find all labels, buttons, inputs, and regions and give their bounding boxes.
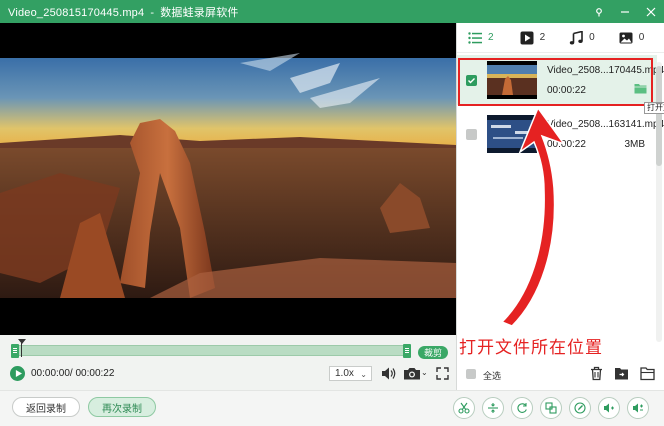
video-filename: Video_250815170445.mp4 <box>8 6 145 19</box>
timeline-track[interactable] <box>11 344 411 358</box>
speed-value: 1.0x <box>335 368 354 379</box>
select-all-checkbox[interactable] <box>466 369 476 379</box>
merge-button[interactable] <box>540 397 562 419</box>
thumbnail-image <box>487 115 537 153</box>
pin-button[interactable] <box>586 0 612 23</box>
app-name: 数据蛙录屏软件 <box>160 6 239 19</box>
item-filesize: 3MB <box>624 139 645 150</box>
export-folder-icon[interactable] <box>614 366 629 381</box>
video-thumbnail <box>487 61 537 99</box>
play-icon <box>15 370 22 377</box>
scissors-icon <box>458 402 470 414</box>
annotation-text: 打开文件所在位置 <box>459 338 603 357</box>
playhead-line <box>21 343 22 357</box>
tab-audio[interactable]: 0 <box>569 23 595 53</box>
tab-video[interactable]: 2 <box>520 23 546 53</box>
camera-options-icon[interactable]: ⌄ <box>421 368 428 377</box>
split-button[interactable] <box>482 397 504 419</box>
video-player[interactable] <box>0 23 456 335</box>
play-button[interactable] <box>10 366 25 381</box>
minimize-button[interactable] <box>612 0 638 23</box>
folder-icon[interactable] <box>640 366 655 381</box>
trim-start-handle[interactable] <box>11 344 19 358</box>
merge-icon <box>545 402 557 414</box>
minimize-icon <box>621 10 629 13</box>
title-separator: - <box>150 6 155 19</box>
tab-image[interactable]: 0 <box>619 23 645 53</box>
fullscreen-icon[interactable] <box>436 367 449 380</box>
volume-icon[interactable] <box>381 366 397 381</box>
panel-scrollbar-thumb[interactable] <box>656 66 662 166</box>
time-display: 00:00:00/ 00:00:22 <box>31 368 115 379</box>
image-icon <box>619 32 633 43</box>
item-filename: Video_2508...163141.mp4 <box>547 119 664 130</box>
tab-all[interactable]: 2 <box>468 23 494 53</box>
rotate-icon <box>517 403 527 413</box>
music-icon <box>569 30 583 44</box>
timeline-area: 裁剪 <box>0 335 456 390</box>
item-checkbox-checked[interactable] <box>466 75 477 86</box>
window-title: Video_250815170445.mp4- 数据蛙录屏软件 <box>0 4 239 20</box>
trash-icon[interactable] <box>589 366 604 381</box>
record-again-button[interactable]: 再次录制 <box>88 397 156 417</box>
check-icon <box>468 78 475 84</box>
split-icon <box>488 403 498 413</box>
cut-button[interactable]: 裁剪 <box>418 346 448 359</box>
edit-icon <box>574 402 586 414</box>
volume-up-button[interactable] <box>598 397 620 419</box>
tab-image-count: 0 <box>638 32 645 43</box>
tab-all-count: 2 <box>488 32 494 43</box>
item-duration: 00:00:22 <box>547 139 586 150</box>
volume-adjust-button[interactable] <box>627 397 649 419</box>
tab-audio-count: 0 <box>589 32 595 43</box>
tab-video-count: 2 <box>539 32 546 43</box>
rotate-button[interactable] <box>511 397 533 419</box>
edit-button[interactable] <box>569 397 591 419</box>
list-icon <box>468 31 482 44</box>
select-all-label: 全选 <box>483 371 502 381</box>
thumbnail-image <box>487 61 537 99</box>
scissors-button[interactable] <box>453 397 475 419</box>
media-item[interactable]: Video_2508...170445.mp4 00:00:22 <box>457 55 664 105</box>
speed-select[interactable]: 1.0x ⌄ <box>329 366 372 381</box>
media-tabs: 2 2 0 0 <box>457 23 664 53</box>
item-duration: 00:00:22 <box>547 85 586 96</box>
item-filename: Video_2508...170445.mp4 <box>547 65 664 76</box>
title-bar: Video_250815170445.mp4- 数据蛙录屏软件 <box>0 0 664 23</box>
back-to-record-button[interactable]: 返回录制 <box>12 397 80 417</box>
trim-end-handle[interactable] <box>403 344 411 358</box>
tooltip: 打开文件所在位置 <box>644 102 664 114</box>
playhead-marker[interactable] <box>18 339 26 344</box>
volume-adjust-icon <box>633 403 643 413</box>
pin-icon <box>596 7 602 16</box>
chevron-down-icon: ⌄ <box>360 370 367 379</box>
video-frame <box>0 23 456 335</box>
volume-up-icon <box>604 403 614 413</box>
item-checkbox[interactable] <box>466 129 477 140</box>
open-folder-icon[interactable] <box>634 83 647 94</box>
close-button[interactable] <box>638 0 664 23</box>
video-thumbnail <box>487 115 537 153</box>
media-item[interactable]: Video_2508...163141.mp4 00:00:22 3MB <box>457 109 664 159</box>
video-icon <box>520 31 534 44</box>
close-icon <box>646 7 656 16</box>
camera-icon[interactable] <box>403 366 421 381</box>
